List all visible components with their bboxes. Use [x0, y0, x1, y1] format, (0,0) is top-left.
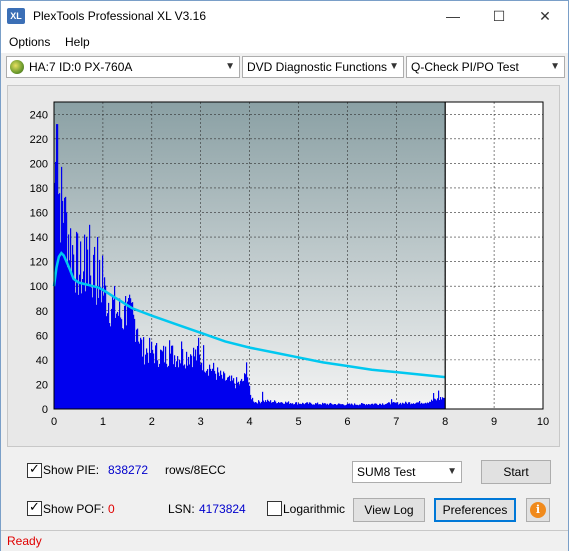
show-pie-label: Show PIE: [43, 463, 100, 477]
maximize-button[interactable]: ☐ [476, 1, 522, 31]
x-tick-label: 10 [537, 416, 549, 428]
x-tick-label: 2 [149, 416, 155, 428]
close-icon: ✕ [539, 8, 551, 24]
close-button[interactable]: ✕ [522, 1, 568, 31]
info-icon: i [530, 502, 546, 518]
y-tick-label: 160 [30, 208, 48, 220]
y-tick-label: 40 [36, 355, 48, 367]
chart-panel: 0 1 2 3 4 5 6 7 8 9 10 0 20 40 60 80 100 120 140 160 180 200 2… [7, 85, 560, 447]
drive-select[interactable]: HA:7 ID:0 PX-760A ▼ [6, 56, 240, 78]
x-tick-label: 3 [198, 416, 204, 428]
logarithmic-checkbox[interactable] [267, 501, 282, 516]
minimize-icon: — [446, 8, 460, 24]
chevron-down-icon: ▼ [389, 61, 399, 72]
menu-bar: Options Help [1, 31, 568, 53]
sum8-test-select[interactable]: SUM8 Test ▼ [352, 461, 462, 483]
view-log-button[interactable]: View Log [353, 498, 425, 522]
x-tick-label: 5 [295, 416, 301, 428]
status-bar: Ready [1, 530, 568, 551]
show-pof-checkbox[interactable]: ✓ [27, 499, 42, 516]
y-tick-label: 220 [30, 134, 48, 146]
chevron-down-icon: ▼ [550, 61, 560, 72]
x-tick-label: 1 [100, 416, 106, 428]
disc-drive-icon [10, 60, 24, 74]
menu-options[interactable]: Options [9, 35, 50, 49]
y-tick-label: 60 [36, 330, 48, 342]
menu-help[interactable]: Help [65, 35, 90, 49]
pie-value: 838272 [108, 463, 149, 477]
x-tick-label: 4 [247, 416, 253, 428]
test-type-select[interactable]: Q-Check PI/PO Test ▼ [406, 56, 565, 78]
x-tick-label: 9 [491, 416, 497, 428]
controls-panel: ✓ Show PIE: 838272 rows/8ECC ✓ Show POF:… [7, 449, 558, 529]
test-type-select-value: Q-Check PI/PO Test [411, 60, 519, 74]
y-tick-label: 100 [30, 281, 48, 293]
y-tick-label: 200 [30, 158, 48, 170]
chevron-down-icon: ▼ [447, 466, 457, 477]
function-select-value: DVD Diagnostic Functions [247, 60, 388, 74]
function-select[interactable]: DVD Diagnostic Functions ▼ [242, 56, 404, 78]
lsn-value: 4173824 [199, 502, 246, 516]
pof-value: 0 [108, 502, 115, 516]
maximize-icon: ☐ [492, 8, 506, 24]
x-tick-label: 8 [442, 416, 448, 428]
show-pof-label: Show POF: [43, 502, 105, 516]
x-tick-label: 0 [51, 416, 57, 428]
app-logo-icon: XL [7, 8, 25, 24]
pie-unit: rows/8ECC [165, 463, 226, 477]
window-title: PlexTools Professional XL V3.16 [33, 9, 206, 23]
logarithmic-label: Logarithmic [283, 502, 346, 516]
drive-select-value: HA:7 ID:0 PX-760A [29, 60, 133, 74]
main-window: XL PlexTools Professional XL V3.16 — ☐ ✕… [0, 0, 569, 551]
y-tick-label: 20 [36, 379, 48, 391]
checkmark-icon: ✓ [29, 499, 40, 514]
info-button[interactable]: i [526, 498, 550, 522]
chevron-down-icon: ▼ [225, 61, 235, 72]
lsn-label: LSN: [168, 502, 195, 516]
minimize-button[interactable]: — [430, 1, 476, 31]
y-tick-label: 0 [42, 404, 48, 416]
checkmark-icon: ✓ [29, 461, 40, 476]
title-bar: XL PlexTools Professional XL V3.16 — ☐ ✕ [1, 1, 568, 31]
status-text: Ready [7, 534, 42, 548]
show-pie-checkbox[interactable]: ✓ [27, 461, 42, 478]
start-button[interactable]: Start [481, 460, 551, 484]
preferences-button[interactable]: Preferences [434, 498, 516, 522]
y-tick-label: 240 [30, 109, 48, 121]
y-tick-label: 80 [36, 306, 48, 318]
y-tick-label: 140 [30, 232, 48, 244]
y-tick-label: 180 [30, 183, 48, 195]
pie-chart: 0 1 2 3 4 5 6 7 8 9 100204060801001201401601802002… [30, 101, 549, 428]
sum8-test-select-value: SUM8 Test [357, 465, 416, 479]
toolbar: HA:7 ID:0 PX-760A ▼ DVD Diagnostic Funct… [1, 53, 568, 81]
x-tick-label: 7 [393, 416, 399, 428]
y-tick-label: 120 [30, 257, 48, 269]
x-tick-label: 6 [344, 416, 350, 428]
